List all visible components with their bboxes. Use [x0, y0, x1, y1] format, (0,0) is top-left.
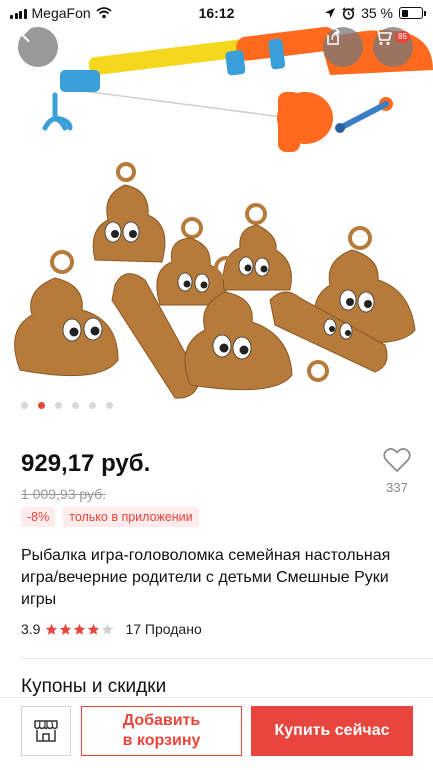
- status-bar: MegaFon 16:12 35 %: [0, 0, 433, 26]
- star-icon: [88, 623, 100, 635]
- bottom-action-bar: Добавить в корзину Купить сейчас: [0, 697, 433, 770]
- star-icon: [46, 623, 58, 635]
- add-to-cart-line2: в корзину: [122, 732, 201, 749]
- share-button[interactable]: [323, 27, 363, 67]
- sold-count: 17 Продано: [125, 621, 202, 637]
- heart-icon: [383, 448, 411, 472]
- pagination-dot[interactable]: [106, 402, 113, 409]
- store-button[interactable]: [21, 706, 71, 756]
- store-icon: [34, 720, 58, 742]
- location-arrow-icon: [325, 8, 336, 18]
- clock: 16:12: [198, 5, 235, 21]
- cart-count-badge: 85: [395, 31, 410, 43]
- rating-row[interactable]: 3.9 17 Продано: [21, 621, 202, 637]
- star-icon: [102, 623, 114, 635]
- star-icon: [74, 623, 86, 635]
- product-image-gallery[interactable]: 85: [0, 0, 433, 420]
- chevron-left-icon: [21, 28, 30, 42]
- pagination-dot[interactable]: [89, 402, 96, 409]
- product-old-price: 1 009,93 руб.: [21, 486, 107, 502]
- share-icon: [327, 28, 340, 45]
- wishlist-count: 337: [386, 480, 408, 495]
- rating-stars: [45, 623, 114, 636]
- discount-badge: -8%: [21, 507, 56, 527]
- alarm-icon: [342, 6, 355, 20]
- coupons-section-title[interactable]: Купоны и скидки: [21, 676, 166, 698]
- pagination-dot[interactable]: [21, 402, 28, 409]
- back-button[interactable]: [18, 27, 58, 67]
- carrier-name: MegaFon: [31, 5, 91, 21]
- wishlist-button[interactable]: 337: [380, 447, 414, 495]
- add-to-cart-button[interactable]: Добавить в корзину: [81, 706, 242, 756]
- cart-button[interactable]: 85: [373, 27, 413, 67]
- add-to-cart-line1: Добавить: [122, 712, 201, 729]
- battery-percent: 35 %: [361, 5, 393, 21]
- product-price: 929,17 руб.: [21, 450, 151, 477]
- wifi-icon: [96, 7, 112, 19]
- gallery-pagination: [21, 402, 113, 409]
- battery-icon: [399, 7, 426, 19]
- pagination-dot[interactable]: [38, 402, 45, 409]
- star-icon: [60, 623, 72, 635]
- cart-icon: [375, 29, 392, 45]
- rating-value: 3.9: [21, 621, 41, 637]
- app-only-badge: только в приложении: [63, 507, 199, 527]
- product-image: [14, 26, 433, 399]
- signal-icon: [10, 8, 27, 19]
- divider: [21, 658, 433, 659]
- buy-now-button[interactable]: Купить сейчас: [251, 706, 413, 756]
- promo-tags: -8% только в приложении: [21, 507, 199, 527]
- product-title: Рыбалка игра-головоломка семейная настол…: [21, 547, 391, 608]
- pagination-dot[interactable]: [72, 402, 79, 409]
- pagination-dot[interactable]: [55, 402, 62, 409]
